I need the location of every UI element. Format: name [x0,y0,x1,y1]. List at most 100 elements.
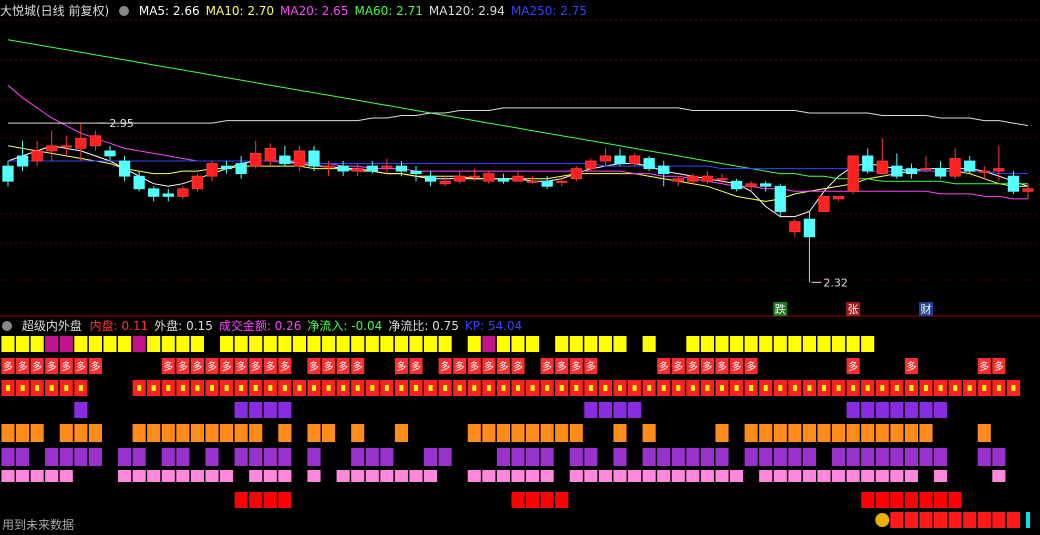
flow-cell-r4-0 [1,424,15,442]
flow-cell-r0-42 [613,336,627,352]
candle-12 [177,186,189,199]
candle-body-35 [512,175,524,182]
candle-body-27 [395,165,408,172]
flow-label-r1-14: 多 [207,360,217,373]
flow-cell-r0-28 [409,336,423,352]
flow-dot-r2-2 [35,385,40,391]
flow-label-r1-3: 多 [47,360,57,373]
flow-cell-r6-19 [278,470,292,482]
flow-strip-61 [890,512,904,528]
candle-body-49 [716,178,728,181]
flow-cell-r5-4 [59,448,73,466]
flow-dot-r2-19 [282,385,287,391]
flow-strip-66 [963,512,977,528]
flow-label-r1-23: 多 [338,360,348,373]
candle-2 [31,140,43,167]
flow-cell-r6-32 [467,470,481,482]
candle-body-61 [891,165,903,177]
flow-dot-r2-26 [384,385,389,391]
flow-cell-r5-63 [919,448,933,466]
flow-cell-r6-64 [934,470,948,482]
candle-56 [818,195,830,212]
flow-cell-r6-48 [700,470,714,482]
flow-cell-r4-32 [467,424,481,442]
candle-body-68 [993,168,1005,172]
flow-cell-r0-58 [846,336,860,352]
flow-cell-r6-49 [715,470,729,482]
flow-cell-r6-57 [832,470,846,482]
flow-dot-r2-55 [807,385,812,391]
footer-note: 用到未来数据 [2,518,75,532]
flow-cell-r0-47 [686,336,700,352]
flow-dot-r2-23 [341,385,346,391]
flow-dot-r2-66 [967,385,972,391]
flow-cell-r0-44 [642,336,656,352]
flow-cell-r6-14 [205,470,219,482]
flow-dot-r2-5 [78,385,83,391]
flow-cell-r5-26 [380,448,394,466]
settings-circle-icon[interactable] [2,321,12,331]
flow-cell-r6-25 [365,470,379,482]
flow-dot-r2-22 [326,385,331,391]
flow-cell-r7-36 [526,492,540,508]
candle-61 [891,153,903,179]
candle-body-19 [279,155,291,164]
flow-cell-r0-57 [832,336,846,352]
flow-cell-r3-61 [890,402,904,418]
flow-cell-r6-46 [671,470,685,482]
flow-cell-r3-42 [613,402,627,418]
flow-cell-r6-0 [1,470,15,482]
candle-body-30 [439,180,451,185]
flow-dot-r2-11 [166,385,171,391]
candle-body-63 [920,168,932,171]
flow-cell-r4-67 [977,424,991,442]
candle-body-20 [293,150,306,167]
candle-body-12 [177,188,189,197]
flow-dot-r2-41 [603,385,608,391]
flow-strip-68 [992,512,1006,528]
chart-canvas: 2.952.32跌张财 多多多多多多多多多多多多多多多多多多多多多多多多多多多多… [0,19,1040,528]
candle-body-50 [730,180,743,190]
flow-label-r1-33: 多 [484,360,494,373]
flow-cell-r3-63 [919,402,933,418]
flow-cell-r0-53 [773,336,787,352]
flow-cell-r0-35 [511,336,525,352]
flow-cell-r5-16 [234,448,248,466]
flow-cell-r0-6 [88,336,102,352]
flow-dot-r2-42 [618,385,622,391]
flow-cell-r4-61 [890,424,904,442]
flow-dot-r2-16 [239,385,244,391]
flow-label-r1-27: 多 [396,360,406,373]
flow-dot-r2-30 [443,385,448,391]
flow-label-r1-21: 多 [309,360,319,373]
candle-body-62 [905,168,918,175]
flow-label-r1-67: 多 [979,360,989,373]
flow-cell-r4-56 [817,424,831,442]
flow-cell-r5-52 [759,448,773,466]
flow-cell-r4-2 [30,424,44,442]
candle-body-0 [2,165,14,182]
candle-body-29 [424,175,437,182]
flow-cell-r5-64 [934,448,948,466]
flow-dot-r2-67 [982,385,987,391]
candle-body-43 [628,155,641,164]
flow-cell-r5-21 [307,448,321,466]
flow-dot-r2-62 [909,385,914,391]
flow-cell-r4-19 [278,424,292,442]
flow-strip-65 [948,512,962,528]
flow-cell-r5-42 [613,448,627,466]
settings-circle-icon[interactable] [119,6,130,16]
candle-body-3 [46,145,58,152]
candle-19 [279,145,291,167]
flow-indicator-3: 净流入: -0.04 [307,319,383,333]
flow-cell-r3-62 [904,402,918,418]
flow-cell-r5-51 [744,448,758,466]
flow-label-r1-22: 多 [324,360,334,373]
flow-cell-r5-37 [540,448,554,466]
candle-body-65 [949,158,961,177]
flow-cell-r7-64 [934,492,948,508]
flow-cell-r3-60 [875,402,889,418]
flow-cell-r3-19 [278,402,292,418]
flow-cell-r6-58 [846,470,860,482]
flow-cell-r0-3 [45,336,59,352]
